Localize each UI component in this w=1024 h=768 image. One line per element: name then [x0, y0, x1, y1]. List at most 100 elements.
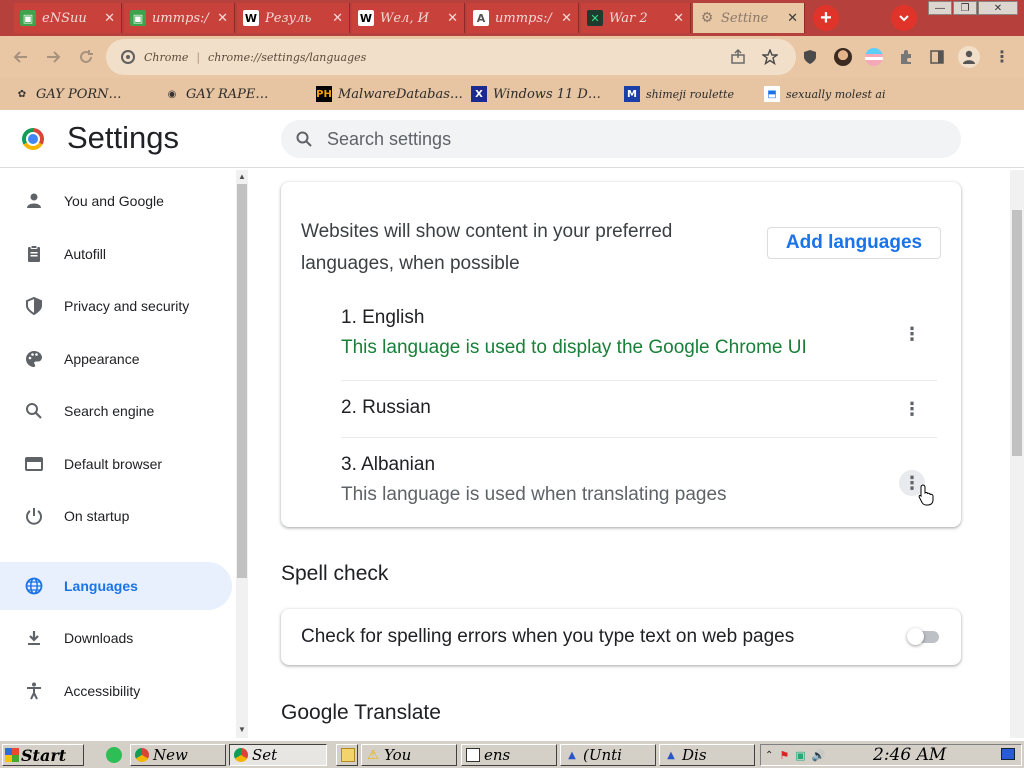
profile-button[interactable] [958, 46, 980, 68]
sidebar-item-on-startup[interactable]: On startup [0, 492, 232, 540]
taskbar-button-label: You [384, 746, 412, 764]
tab-title: Резуль [265, 10, 312, 26]
scroll-down-icon[interactable]: ▼ [238, 725, 246, 734]
extension-shield-button[interactable] [799, 46, 821, 68]
sidebar-item-search-engine[interactable]: Search engine [0, 387, 232, 435]
language-menu-button[interactable]: ⋮ [899, 321, 925, 347]
system-clock[interactable]: 2:46 AM [873, 745, 946, 765]
reload-button[interactable] [75, 46, 97, 68]
tab-close-icon[interactable]: ✕ [447, 11, 458, 26]
extensions-button[interactable] [895, 46, 917, 68]
address-bar[interactable]: Chrome | chrome://settings/languages [106, 39, 796, 75]
tab-close-icon[interactable]: ✕ [673, 11, 684, 26]
main-scroll-thumb[interactable] [1012, 210, 1022, 456]
globe-icon [25, 577, 43, 595]
start-button[interactable]: Start [2, 744, 84, 766]
forward-button[interactable] [42, 46, 64, 68]
sidebar-item-default-browser[interactable]: Default browser [0, 440, 232, 488]
browser-tab[interactable]: ✕ War 2 ✕ [581, 3, 691, 33]
sidebar-item-label: You and Google [64, 193, 164, 209]
sidebar-item-downloads[interactable]: Downloads [0, 614, 232, 662]
sidebar-item-privacy[interactable]: Privacy and security [0, 282, 232, 330]
browser-tab[interactable]: ▣ eNSии ✕ [14, 3, 122, 33]
browser-icon [25, 457, 43, 471]
side-panel-button[interactable] [926, 46, 948, 68]
bookmark-item[interactable]: ⬒ sexually molest ai [764, 84, 885, 104]
menu-button[interactable]: ⋮ [991, 46, 1013, 68]
taskbar-button[interactable]: ▲ (Unti [560, 744, 656, 766]
settings-header: Settings [0, 110, 1024, 168]
shield-icon [804, 50, 816, 64]
tab-favicon-icon: W [243, 10, 259, 26]
browser-tab[interactable]: W Wел, И ✕ [352, 3, 465, 33]
new-tab-button[interactable]: + [813, 5, 839, 31]
extension-avatar-icon[interactable] [834, 48, 852, 66]
sidebar-item-languages[interactable]: Languages [0, 562, 232, 610]
close-window-button[interactable]: ✕ [978, 1, 1018, 15]
tray-expand-icon[interactable]: ⌃ [765, 750, 773, 761]
tab-close-icon[interactable]: ✕ [217, 11, 228, 26]
extension-flag-icon[interactable] [865, 48, 883, 66]
minimize-button[interactable]: — [928, 1, 952, 15]
bookmark-label: sexually molest ai [786, 87, 886, 101]
languages-card: Websites will show content in your prefe… [281, 182, 961, 527]
search-input[interactable] [327, 128, 927, 150]
quicklaunch-app-icon[interactable] [106, 747, 122, 763]
browser-tab[interactable]: W Резуль ✕ [237, 3, 350, 33]
palette-icon [26, 351, 42, 367]
add-languages-button[interactable]: Add languages [767, 227, 941, 259]
sidebar-item-autofill[interactable]: Autofill [0, 230, 232, 278]
bookmark-favicon-icon: M [624, 86, 640, 102]
sidebar-item-appearance[interactable]: Appearance [0, 335, 232, 383]
taskbar-button[interactable] [336, 744, 358, 766]
taskbar-button[interactable]: ens [461, 744, 557, 766]
settings-search[interactable] [281, 120, 961, 158]
sidebar-item-label: Privacy and security [64, 298, 190, 314]
clipboard-icon [28, 245, 40, 262]
google-translate-title: Google Translate [281, 701, 441, 724]
spell-check-card[interactable]: Check for spelling errors when you type … [281, 609, 961, 665]
language-menu-button[interactable]: ⋮ [899, 396, 925, 422]
taskbar-button[interactable]: ▲ Dis [659, 744, 755, 766]
sidebar-item-label: Search engine [64, 403, 155, 419]
taskbar-button-active[interactable]: Set [229, 744, 327, 766]
maximize-button[interactable]: ❐ [953, 1, 977, 15]
taskbar-button[interactable]: New [130, 744, 226, 766]
tab-close-icon[interactable]: ✕ [561, 11, 572, 26]
sidebar-scrollbar[interactable]: ▲ ▼ [236, 170, 248, 738]
tab-close-icon[interactable]: ✕ [332, 11, 343, 26]
language-row: 2. Russian ⋮ [341, 380, 937, 437]
browser-tab[interactable]: A иттрs:/ ✕ [467, 3, 579, 33]
bookmark-item[interactable]: M shimeji roulette [624, 84, 734, 104]
bookmark-item[interactable]: ◉ GAY RAPE… [164, 84, 269, 104]
bookmark-item[interactable]: PH MalwareDatabas… [316, 84, 463, 104]
spell-check-toggle[interactable] [907, 628, 939, 645]
bookmark-item[interactable]: X Windows 11 D… [471, 84, 601, 104]
show-desktop-icon[interactable] [1001, 748, 1015, 760]
network-icon[interactable]: ▣ [795, 749, 805, 762]
shield-icon [26, 296, 42, 316]
browser-tab[interactable]: ▣ иттрs:/ ✕ [124, 3, 235, 33]
kebab-icon: ⋮ [994, 49, 1010, 66]
start-label: Start [21, 745, 67, 765]
sidebar-item-accessibility[interactable]: Accessibility [0, 667, 232, 715]
browser-tab-active[interactable]: ⚙ Settinе ✕ [693, 3, 805, 33]
volume-icon[interactable]: 🔊 [812, 749, 826, 762]
side-panel-icon [930, 50, 944, 64]
taskbar-button[interactable]: ⚠ You [361, 744, 457, 766]
back-button[interactable] [10, 46, 32, 68]
tab-search-button[interactable] [891, 5, 917, 31]
bookmark-star-button[interactable] [759, 46, 781, 68]
site-info-icon [121, 50, 135, 64]
sidebar-item-you-and-google[interactable]: You and Google [0, 177, 232, 225]
settings-gear-icon: ⚙ [700, 10, 714, 26]
bookmark-item[interactable]: ✿ GAY PORN… [14, 84, 122, 104]
flag-icon[interactable]: ⚑ [779, 749, 789, 762]
address-host: Chrome [144, 50, 189, 64]
main-scrollbar[interactable] [1010, 170, 1024, 738]
tab-close-icon[interactable]: ✕ [104, 11, 115, 26]
scroll-up-icon[interactable]: ▲ [238, 172, 246, 181]
sidebar-scroll-thumb[interactable] [237, 184, 247, 578]
tab-close-icon[interactable]: ✕ [787, 11, 798, 26]
share-button[interactable] [727, 46, 749, 68]
